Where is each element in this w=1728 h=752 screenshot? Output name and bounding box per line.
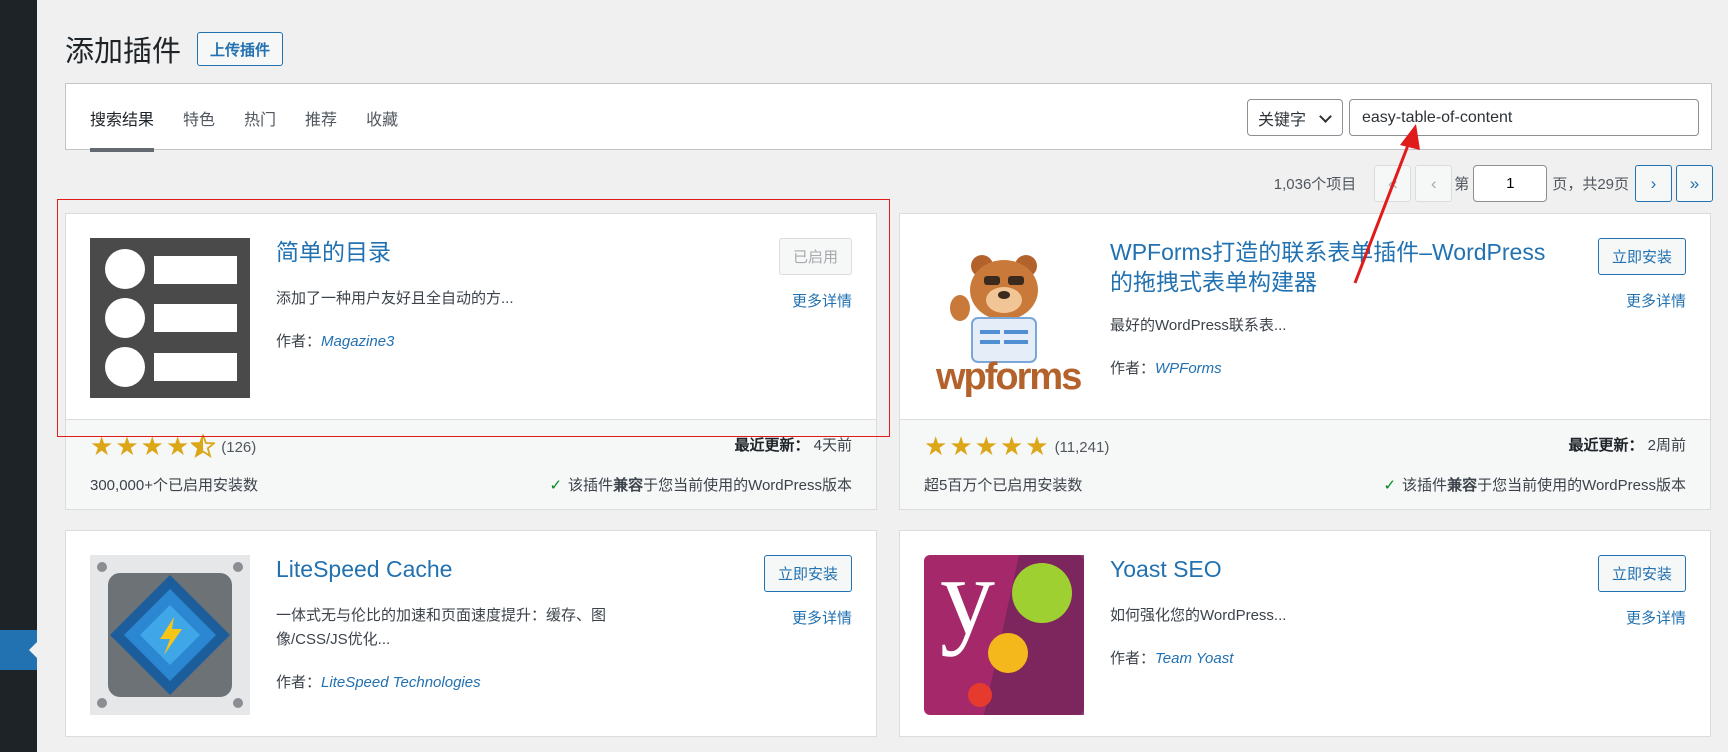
more-details-link[interactable]: 更多详情 (1626, 290, 1686, 311)
plugin-name-link[interactable]: 简单的目录 (276, 238, 716, 268)
plugin-card-easy-toc: 简单的目录 添加了一种用户友好且全自动的方... 作者：Magazine3 已启… (65, 213, 877, 510)
page-title: 添加插件 (65, 36, 182, 68)
plugin-card-wpforms: wpforms WPForms打造的联系表单插件–WordPress的拖拽式表单… (899, 213, 1711, 510)
active-installs: 300,000+个已启用安装数 (90, 477, 258, 494)
star-filled-icon: ★ (974, 432, 998, 462)
plugin-name-link[interactable]: LiteSpeed Cache (276, 555, 716, 585)
upload-plugin-button[interactable]: 上传插件 (197, 32, 284, 66)
sidebar-active-item[interactable] (0, 630, 37, 670)
star-rating: ★ ★ ★ ★ ★ (11,241) (924, 434, 1109, 460)
rating-count: (11,241) (1054, 438, 1110, 456)
plugin-tabs: 搜索结果 特色 热门 推荐 收藏 (90, 84, 427, 152)
search-input[interactable] (1349, 99, 1699, 136)
plugin-description: 添加了一种用户友好且全自动的方... (276, 290, 514, 307)
star-filled-icon: ★ (999, 432, 1024, 462)
chevron-down-icon (1319, 110, 1332, 123)
active-installs: 超5百万个已启用安装数 (924, 477, 1083, 494)
next-page-button[interactable]: › (1635, 165, 1672, 202)
page-total: 页，共29页 (1552, 176, 1629, 193)
yoast-icon[interactable]: y (924, 555, 1084, 715)
star-half-icon (189, 433, 217, 460)
star-filled-icon: ★ (90, 432, 114, 462)
admin-sidebar (0, 0, 37, 752)
star-filled-icon: ★ (924, 432, 948, 462)
star-rating: ★ ★ ★ ★ (126) (90, 432, 257, 462)
search-type-select[interactable]: 关键字 (1247, 99, 1343, 136)
activated-button: 已启用 (778, 238, 852, 275)
prev-page-button: ‹ (1415, 165, 1453, 202)
plugin-author-link[interactable]: Team Yoast (1155, 650, 1233, 667)
tab-favorites[interactable]: 收藏 (366, 84, 398, 151)
current-page-input[interactable] (1473, 165, 1548, 202)
tab-featured[interactable]: 特色 (183, 84, 215, 151)
plugin-author: 作者：Magazine3 (276, 333, 395, 350)
wpforms-bear-icon[interactable]: wpforms (924, 238, 1084, 398)
plugin-author-link[interactable]: Magazine3 (321, 333, 394, 350)
plugin-author-link[interactable]: WPForms (1155, 360, 1222, 377)
plugin-author: 作者：Team Yoast (1110, 650, 1234, 667)
plugin-description: 如何强化您的WordPress... (1110, 607, 1287, 624)
item-count: 1,036个项目 (1273, 176, 1357, 193)
tab-search-results[interactable]: 搜索结果 (90, 84, 155, 152)
last-updated: 最近更新： 4天前 (734, 437, 852, 454)
sidebar-current-arrow-icon (29, 642, 37, 658)
star-filled-icon: ★ (115, 432, 139, 462)
first-page-button: « (1374, 165, 1412, 202)
pagination: 1,036个项目 « ‹ 第 页，共29页 › » (1274, 165, 1713, 202)
yoast-letter: y (940, 555, 995, 657)
filter-bar: 搜索结果 特色 热门 推荐 收藏 关键字 (65, 83, 1712, 152)
install-now-button[interactable]: 立即安装 (1597, 238, 1686, 275)
checkmark-icon: ✓ (549, 476, 563, 494)
plugin-author-link[interactable]: LiteSpeed Technologies (321, 674, 481, 691)
more-details-link[interactable]: 更多详情 (792, 290, 852, 311)
plugin-card-litespeed: LiteSpeed Cache 一体式无与伦比的加速和页面速度提升：缓存、图像/… (65, 530, 877, 737)
plugin-card-footer: ★ ★ ★ ★ ★ (11,241) 超5百万个已启用安装数 最近更新： 2周前… (900, 419, 1710, 509)
tab-recommended[interactable]: 推荐 (305, 84, 337, 151)
compatibility-notice: ✓ 该插件 兼容 于您当前使用的WordPress版本 (549, 476, 852, 495)
page-header: 添加插件 上传插件 (65, 28, 284, 70)
search-type-label: 关键字 (1258, 111, 1307, 129)
checkmark-icon: ✓ (1383, 476, 1397, 494)
tab-popular[interactable]: 热门 (244, 84, 276, 151)
main-content: 添加插件 上传插件 搜索结果 特色 热门 推荐 收藏 关键字 1,036个项目 … (37, 0, 1728, 752)
litespeed-icon[interactable] (90, 555, 250, 715)
plugin-card-yoast: y Yoast SEO 如何强化您的WordPress... 作者：Team Y… (899, 530, 1711, 737)
install-now-button[interactable]: 立即安装 (763, 555, 852, 592)
page-prefix: 第 (1454, 176, 1470, 193)
list-icon[interactable] (90, 238, 250, 398)
plugin-description: 最好的WordPress联系表... (1110, 317, 1287, 334)
more-details-link[interactable]: 更多详情 (792, 607, 852, 628)
star-filled-icon: ★ (1025, 432, 1049, 462)
plugin-name-link[interactable]: WPForms打造的联系表单插件–WordPress的拖拽式表单构建器 (1110, 238, 1550, 298)
plugin-description: 一体式无与伦比的加速和页面速度提升：缓存、图像/CSS/JS优化... (276, 607, 607, 648)
plugin-card-footer: ★ ★ ★ ★ (126) 300,000+个已启用安装数 最近更新： 4天前 … (66, 419, 876, 509)
install-now-button[interactable]: 立即安装 (1597, 555, 1686, 592)
plugin-author: 作者：WPForms (1110, 360, 1222, 377)
rating-count: (126) (221, 438, 257, 456)
search-form: 关键字 (1247, 99, 1699, 136)
compatibility-notice: ✓ 该插件 兼容 于您当前使用的WordPress版本 (1383, 476, 1686, 495)
plugin-name-link[interactable]: Yoast SEO (1110, 555, 1550, 585)
star-filled-icon: ★ (165, 432, 190, 462)
wpforms-wordmark: wpforms (936, 356, 1082, 398)
plugin-author: 作者：LiteSpeed Technologies (276, 674, 481, 691)
star-filled-icon: ★ (949, 432, 973, 462)
last-page-button[interactable]: » (1676, 165, 1713, 202)
more-details-link[interactable]: 更多详情 (1626, 607, 1686, 628)
star-filled-icon: ★ (140, 432, 164, 462)
last-updated: 最近更新： 2周前 (1568, 437, 1686, 454)
